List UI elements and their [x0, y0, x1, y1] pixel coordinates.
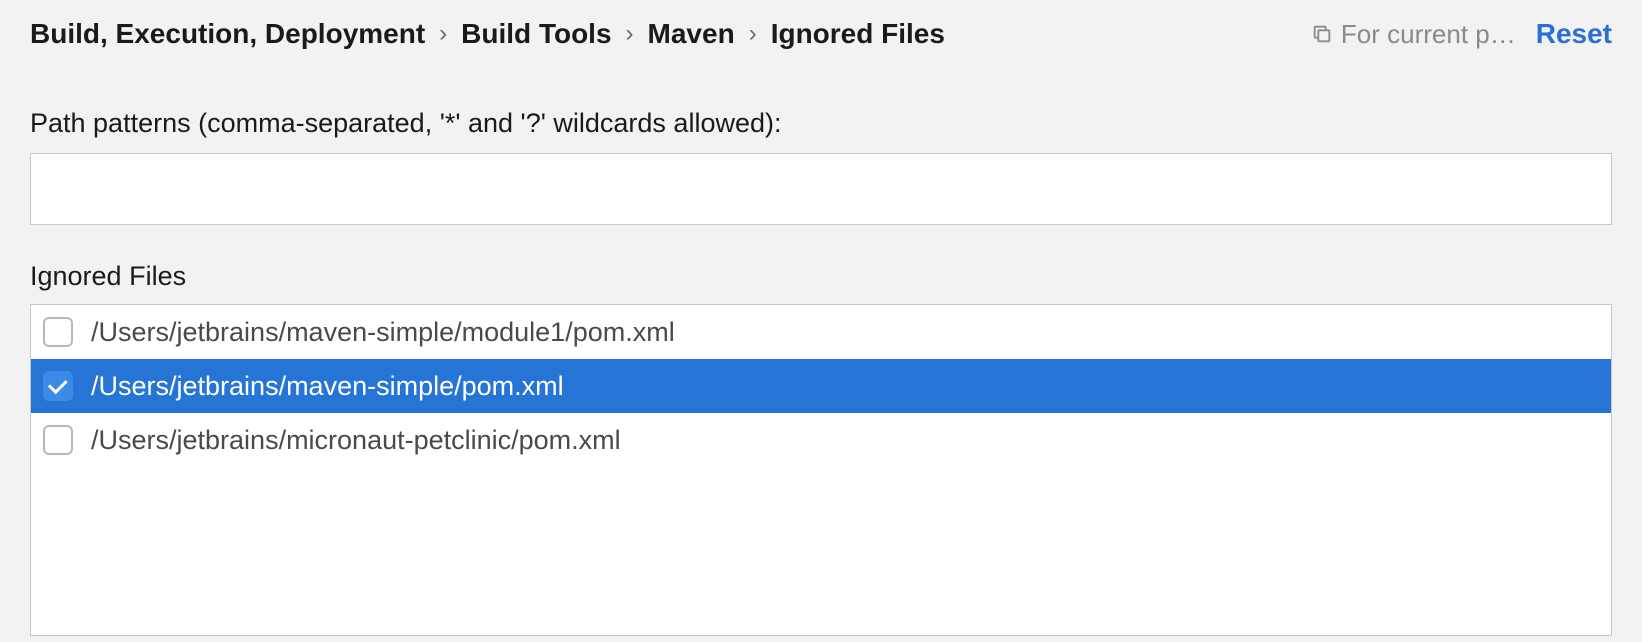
chevron-right-icon: › [439, 20, 447, 48]
ignored-file-path: /Users/jetbrains/maven-simple/module1/po… [91, 317, 1599, 348]
ignored-file-row[interactable]: /Users/jetbrains/micronaut-petclinic/pom… [31, 413, 1611, 467]
breadcrumb-item: Ignored Files [771, 18, 945, 50]
ignored-files-list[interactable]: /Users/jetbrains/maven-simple/module1/po… [30, 304, 1612, 636]
ignored-file-path: /Users/jetbrains/maven-simple/pom.xml [91, 371, 1599, 402]
breadcrumb-item[interactable]: Build, Execution, Deployment [30, 18, 425, 50]
copy-icon [1311, 23, 1333, 45]
path-patterns-input[interactable] [30, 153, 1612, 225]
ignored-file-row[interactable]: /Users/jetbrains/maven-simple/module1/po… [31, 305, 1611, 359]
breadcrumb-item[interactable]: Build Tools [461, 18, 611, 50]
settings-content: Path patterns (comma-separated, '*' and … [0, 68, 1642, 636]
breadcrumb-item[interactable]: Maven [648, 18, 735, 50]
path-patterns-label: Path patterns (comma-separated, '*' and … [30, 108, 1612, 139]
chevron-right-icon: › [749, 20, 757, 48]
ignored-file-row[interactable]: /Users/jetbrains/maven-simple/pom.xml [31, 359, 1611, 413]
reset-button[interactable]: Reset [1536, 18, 1612, 50]
ignored-file-path: /Users/jetbrains/micronaut-petclinic/pom… [91, 425, 1599, 456]
settings-header: Build, Execution, Deployment › Build Too… [0, 0, 1642, 68]
breadcrumb: Build, Execution, Deployment › Build Too… [30, 18, 945, 50]
chevron-right-icon: › [626, 20, 634, 48]
scope-label-text: For current p… [1341, 19, 1516, 50]
ignored-file-checkbox[interactable] [43, 317, 73, 347]
ignored-file-checkbox[interactable] [43, 371, 73, 401]
ignored-files-label: Ignored Files [30, 261, 1612, 292]
scope-indicator[interactable]: For current p… [1311, 19, 1516, 50]
ignored-file-checkbox[interactable] [43, 425, 73, 455]
header-actions: For current p… Reset [1311, 18, 1612, 50]
